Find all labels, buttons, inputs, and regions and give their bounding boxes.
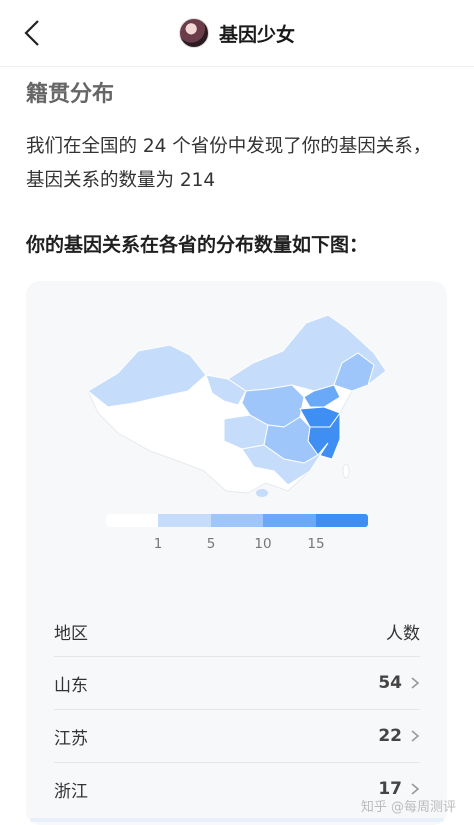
chevron-right-icon <box>411 783 420 795</box>
bottom-strip <box>30 818 444 822</box>
summary-text: 我们在全国的 24 个省份中发现了你的基因关系，基因关系的数量为 214 <box>26 136 432 191</box>
row-region: 江苏 <box>54 728 88 749</box>
map-legend: 1 5 10 15 <box>106 514 368 560</box>
table-header: 地区 人数 <box>54 606 420 657</box>
row-count: 22 <box>378 726 402 746</box>
china-province-map[interactable] <box>78 293 398 503</box>
section-heading: 籍贯分布 <box>26 82 115 107</box>
header-title-group: 基因少女 <box>0 17 474 49</box>
table-row[interactable]: 山东 54 <box>54 657 420 710</box>
row-value: 54 <box>378 673 420 693</box>
legend-segment <box>210 514 264 527</box>
legend-segment <box>315 514 368 527</box>
legend-segment <box>106 514 159 527</box>
legend-tick: 10 <box>254 536 272 552</box>
chevron-right-icon <box>411 730 420 742</box>
legend-segment <box>158 514 211 527</box>
distribution-card: 1 5 10 15 地区 人数 山东 54 江苏 22 浙江 17 <box>26 281 447 825</box>
legend-color-scale <box>106 514 368 527</box>
legend-tick: 15 <box>307 536 325 552</box>
row-count: 54 <box>378 673 402 693</box>
avatar[interactable] <box>178 18 209 48</box>
row-region: 山东 <box>54 675 88 696</box>
chart-subheading: 你的基因关系在各省的分布数量如下图： <box>26 234 369 256</box>
map-region-taiwan <box>342 463 350 479</box>
legend-segment <box>263 514 316 527</box>
map-region-hainan <box>256 489 268 497</box>
top-bar: 基因少女 <box>0 0 474 67</box>
table-row[interactable]: 江苏 22 <box>54 710 420 763</box>
row-value: 22 <box>378 726 420 746</box>
legend-ticks: 1 5 10 15 <box>106 536 368 560</box>
page-title: 基因少女 <box>218 23 295 46</box>
column-header-count: 人数 <box>386 623 420 644</box>
legend-tick: 5 <box>206 536 216 552</box>
legend-tick: 1 <box>153 536 163 552</box>
chevron-right-icon <box>411 677 420 689</box>
watermark: 知乎 @每周测评 <box>360 800 456 815</box>
column-header-region: 地区 <box>54 623 88 644</box>
row-region: 浙江 <box>54 781 88 802</box>
region-table: 地区 人数 山东 54 江苏 22 浙江 17 <box>54 606 420 815</box>
